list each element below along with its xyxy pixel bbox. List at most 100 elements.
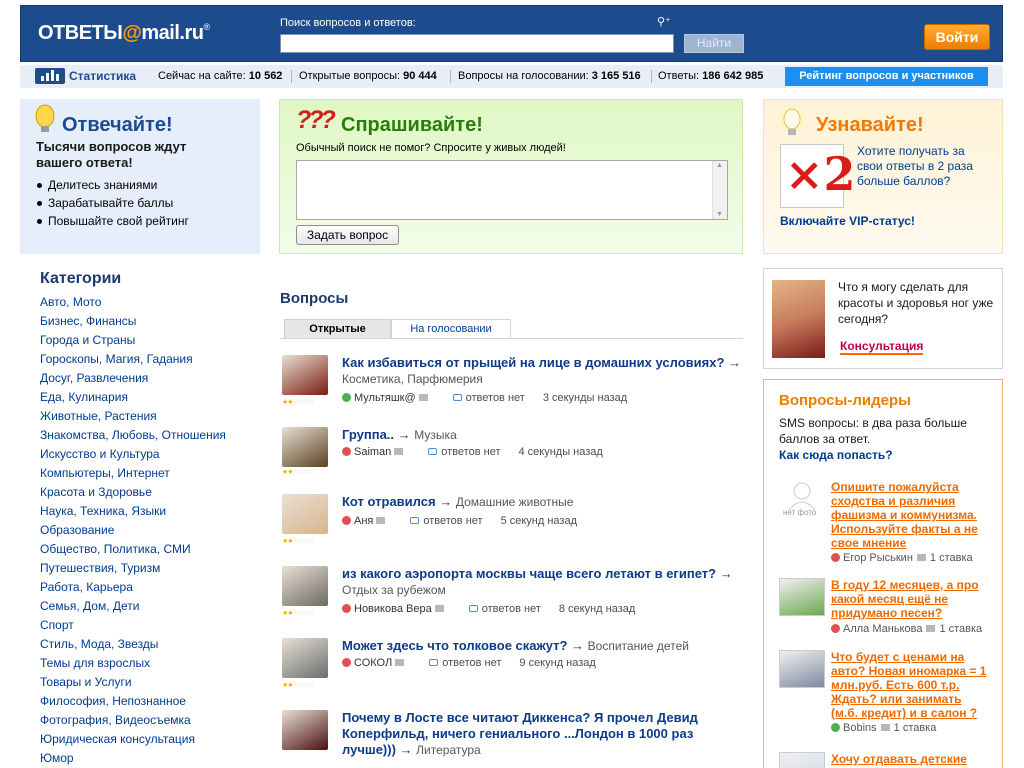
mail-icon[interactable] [376, 517, 386, 524]
tab-open[interactable]: Открытые [284, 319, 391, 339]
mail-icon[interactable] [916, 554, 926, 561]
mail-icon[interactable] [880, 724, 890, 731]
category-link[interactable]: Работа, Карьера [40, 580, 133, 594]
question-category-link[interactable]: Отдых за рубежом [342, 583, 446, 597]
leader-user-photo[interactable] [779, 578, 825, 616]
questions-title: Вопросы [280, 290, 349, 307]
question-author-link[interactable]: Saiman [354, 446, 391, 458]
user-avatar[interactable] [282, 566, 328, 606]
consultation-link[interactable]: Консультация [840, 339, 924, 355]
question-author-link[interactable]: СОКОЛ [354, 657, 392, 669]
user-avatar[interactable] [282, 638, 328, 678]
open-questions-link[interactable]: 90 444 [403, 70, 437, 82]
leader-question-link[interactable]: Хочу отдавать детские [831, 752, 991, 766]
category-link[interactable]: Наука, Техника, Языки [40, 504, 166, 518]
category-link[interactable]: Фотография, Видеосъемка [40, 713, 191, 727]
rating-users-link[interactable]: участников [911, 70, 973, 82]
category-link[interactable]: Гороскопы, Магия, Гадания [40, 352, 193, 366]
category-item: Досуг, Развлечения [40, 370, 226, 389]
tab-voting[interactable]: На голосовании [391, 319, 511, 339]
category-link[interactable]: Города и Страны [40, 333, 135, 347]
category-link[interactable]: Семья, Дом, Дети [40, 599, 139, 613]
category-link[interactable]: Компьютеры, Интернет [40, 466, 170, 480]
question-link[interactable]: Группа.. [342, 427, 394, 442]
answers-count: ответов нет [423, 515, 483, 527]
consultation-text[interactable]: Что я могу сделать для красоты и здоровь… [838, 279, 998, 327]
category-link[interactable]: Общество, Политика, СМИ [40, 542, 191, 556]
category-link[interactable]: Юридическая консультация [40, 732, 195, 746]
question-link[interactable]: Почему в Лосте все читают Диккенса? Я пр… [342, 710, 698, 757]
vip-status-link[interactable]: Включайте VIP-статус! [780, 214, 915, 228]
how-to-get-here-link[interactable]: Как сюда попасть? [779, 448, 893, 462]
category-link[interactable]: Красота и Здоровье [40, 485, 152, 499]
double-points-link[interactable]: Хотите получать за свои ответы в 2 раза … [857, 144, 987, 189]
promo-learn-box: Узнавайте! ×2 Хотите получать за свои от… [763, 99, 1003, 254]
question-link[interactable]: Как избавиться от прыщей на лице в домаш… [342, 355, 724, 370]
ask-question-textarea[interactable] [296, 160, 728, 220]
category-link[interactable]: Юмор [40, 751, 74, 765]
user-avatar[interactable] [282, 710, 328, 750]
statistics-title[interactable]: Статистика [69, 69, 136, 83]
category-link[interactable]: Философия, Непознанное [40, 694, 186, 708]
voting-questions-link[interactable]: 3 165 516 [592, 70, 641, 82]
category-item: Спорт [40, 617, 226, 636]
user-avatar[interactable] [282, 427, 328, 467]
user-avatar[interactable] [282, 494, 328, 534]
category-link[interactable]: Путешествия, Туризм [40, 561, 160, 575]
question-category-link[interactable]: Музыка [414, 428, 456, 442]
question-author-link[interactable]: Аня [354, 515, 373, 527]
search-input[interactable] [280, 34, 674, 53]
question-author-link[interactable]: Новикова Вера [354, 603, 432, 615]
question-author-link[interactable]: Мультяшк@ [354, 392, 416, 404]
category-link[interactable]: Образование [40, 523, 114, 537]
category-link[interactable]: Бизнес, Финансы [40, 314, 136, 328]
category-link[interactable]: Темы для взрослых [40, 656, 150, 670]
leader-question-link[interactable]: В году 12 месяцев, а про какой месяц ещё… [831, 578, 991, 620]
no-photo-avatar[interactable]: нет фото [779, 480, 825, 518]
leader-user-photo[interactable] [779, 752, 825, 768]
question-meta: СОКОЛ ответов нет 9 секунд назад [342, 657, 596, 669]
leader-author-link[interactable]: Егор Рыськин [843, 552, 913, 564]
leader-author-link[interactable]: Bobins [843, 722, 877, 734]
category-item: Фотография, Видеосъемка [40, 712, 226, 731]
category-link[interactable]: Еда, Кулинария [40, 390, 128, 404]
advanced-search-icon[interactable]: ⚲⁺ [657, 15, 671, 28]
mail-icon[interactable] [394, 448, 404, 455]
ask-question-button[interactable]: Задать вопрос [296, 225, 399, 245]
question-link[interactable]: Может здесь что толковое скажут? [342, 638, 567, 653]
question-category-link[interactable]: Косметика, Парфюмерия [342, 372, 483, 386]
question-category-link[interactable]: Литература [416, 743, 481, 757]
category-link[interactable]: Животные, Растения [40, 409, 157, 423]
category-link[interactable]: Искусство и Культура [40, 447, 160, 461]
mail-icon[interactable] [434, 605, 444, 612]
category-link[interactable]: Спорт [40, 618, 74, 632]
mail-icon[interactable] [926, 625, 936, 632]
leader-question-link[interactable]: Опишите пожалуйста сходства и различия ф… [831, 480, 991, 550]
search-button[interactable]: Найти [684, 34, 744, 53]
mail-icon[interactable] [395, 659, 405, 666]
question-link[interactable]: из какого аэропорта москвы чаще всего ле… [342, 566, 716, 581]
category-link[interactable]: Авто, Мото [40, 295, 101, 309]
tab-voting-link[interactable]: На голосовании [410, 323, 491, 335]
leader-question-link[interactable]: Что будет с ценами на авто? Новая иномар… [831, 650, 991, 720]
textarea-scrollbar[interactable] [712, 161, 727, 219]
mail-icon[interactable] [418, 394, 428, 401]
question-category-link[interactable]: Домашние животные [456, 495, 574, 509]
category-link[interactable]: Товары и Услуги [40, 675, 132, 689]
leader-user-photo[interactable] [779, 650, 825, 688]
category-link[interactable]: Стиль, Мода, Звезды [40, 637, 158, 651]
bid-count: 1 ставка [893, 722, 937, 734]
consultant-photo[interactable] [772, 280, 825, 358]
question-category-link[interactable]: Воспитание детей [588, 639, 689, 653]
category-link[interactable]: Досуг, Развлечения [40, 371, 148, 385]
login-button[interactable]: Войти [924, 24, 990, 50]
answers-bubble-icon [468, 605, 478, 612]
user-avatar[interactable] [282, 355, 328, 395]
lightbulb-icon [35, 104, 55, 132]
category-link[interactable]: Знакомства, Любовь, Отношения [40, 428, 226, 442]
site-logo[interactable]: ОТВЕТЫ@mail.ru® [38, 22, 210, 45]
rating-questions-link[interactable]: вопросов [846, 70, 899, 82]
leader-author-link[interactable]: Алла Манькова [843, 623, 922, 635]
double-points-icon: ×2 [780, 144, 856, 208]
question-link[interactable]: Кот отравился [342, 494, 436, 509]
